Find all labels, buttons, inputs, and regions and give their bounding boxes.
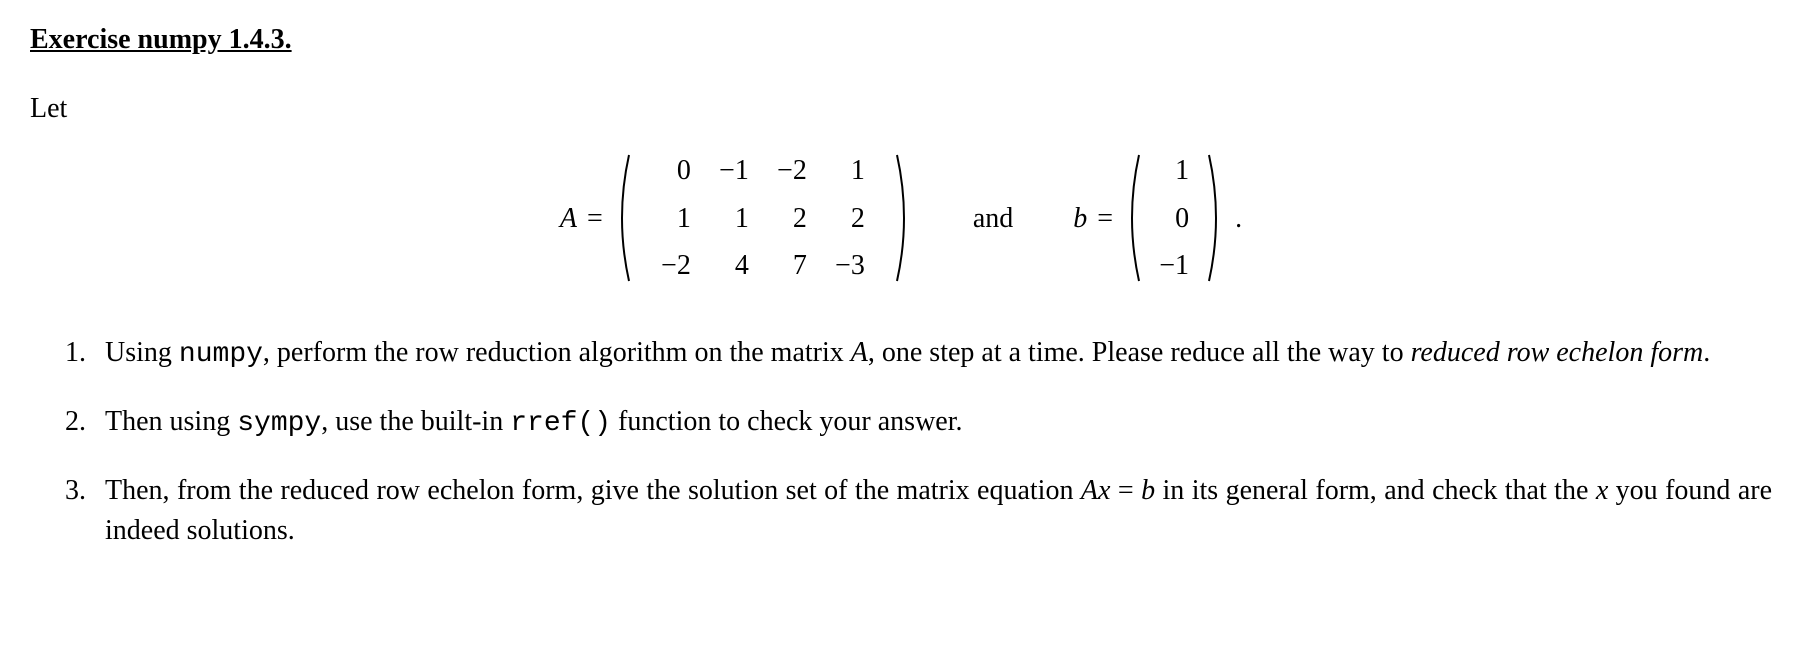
item-text: Then using sympy, use the built-in rref(… bbox=[105, 402, 1772, 443]
code-numpy: numpy bbox=[179, 339, 263, 370]
exercise-list: 1. Using numpy, perform the row reductio… bbox=[30, 333, 1772, 550]
equation-b: b = 1 0 −1 . bbox=[1073, 143, 1242, 293]
list-item: 2. Then using sympy, use the built-in rr… bbox=[30, 402, 1772, 443]
equation-A: A = 0 −1 −2 1 1 1 2 2 −2 bbox=[560, 143, 913, 293]
code-sympy: sympy bbox=[237, 408, 321, 439]
var-b: b bbox=[1141, 475, 1155, 506]
item-text: Using numpy, perform the row reduction a… bbox=[105, 333, 1772, 374]
right-paren-icon bbox=[1205, 153, 1225, 283]
var-b: b bbox=[1073, 199, 1087, 238]
equals-sign: = bbox=[1097, 199, 1113, 238]
math-block: A = 0 −1 −2 1 1 1 2 2 −2 bbox=[30, 143, 1772, 293]
exercise-title: Exercise numpy 1.4.3. bbox=[30, 20, 1772, 59]
emphasis-rref: reduced row echelon form bbox=[1411, 337, 1704, 368]
vector-b: 1 0 −1 bbox=[1123, 143, 1225, 293]
matrix-cell: 4 bbox=[719, 246, 749, 285]
code-rref: rref() bbox=[510, 408, 611, 439]
matrix-cell: −2 bbox=[661, 246, 691, 285]
matrix-cell: −2 bbox=[777, 151, 807, 190]
item-text: Then, from the reduced row echelon form,… bbox=[105, 471, 1772, 549]
matrix-cell: −3 bbox=[835, 246, 865, 285]
matrix-cell: 1 bbox=[661, 199, 691, 238]
var-A: A bbox=[851, 337, 868, 368]
matrix-cell: 0 bbox=[661, 151, 691, 190]
list-item: 1. Using numpy, perform the row reductio… bbox=[30, 333, 1772, 374]
matrix-cell: −1 bbox=[719, 151, 749, 190]
item-number: 2. bbox=[65, 402, 93, 443]
vector-cell: 0 bbox=[1159, 199, 1189, 238]
left-paren-icon bbox=[613, 153, 633, 283]
var-x: x bbox=[1596, 475, 1608, 506]
matrix-cell: 2 bbox=[835, 199, 865, 238]
matrix-cell: 7 bbox=[777, 246, 807, 285]
var-A: A bbox=[1081, 475, 1098, 506]
let-text: Let bbox=[30, 89, 1772, 128]
var-A: A bbox=[560, 199, 577, 238]
matrix-cell: 1 bbox=[719, 199, 749, 238]
vector-cell: −1 bbox=[1159, 246, 1189, 285]
matrix-cell: 1 bbox=[835, 151, 865, 190]
matrix-A: 0 −1 −2 1 1 1 2 2 −2 4 7 −3 bbox=[613, 143, 913, 293]
period: . bbox=[1235, 199, 1242, 238]
vector-cell: 1 bbox=[1159, 151, 1189, 190]
var-x: x bbox=[1098, 475, 1110, 506]
list-item: 3. Then, from the reduced row echelon fo… bbox=[30, 471, 1772, 549]
item-number: 3. bbox=[65, 471, 93, 549]
and-text: and bbox=[973, 199, 1013, 238]
right-paren-icon bbox=[893, 153, 913, 283]
item-number: 1. bbox=[65, 333, 93, 374]
matrix-cell: 2 bbox=[777, 199, 807, 238]
left-paren-icon bbox=[1123, 153, 1143, 283]
equals-sign: = bbox=[587, 199, 603, 238]
